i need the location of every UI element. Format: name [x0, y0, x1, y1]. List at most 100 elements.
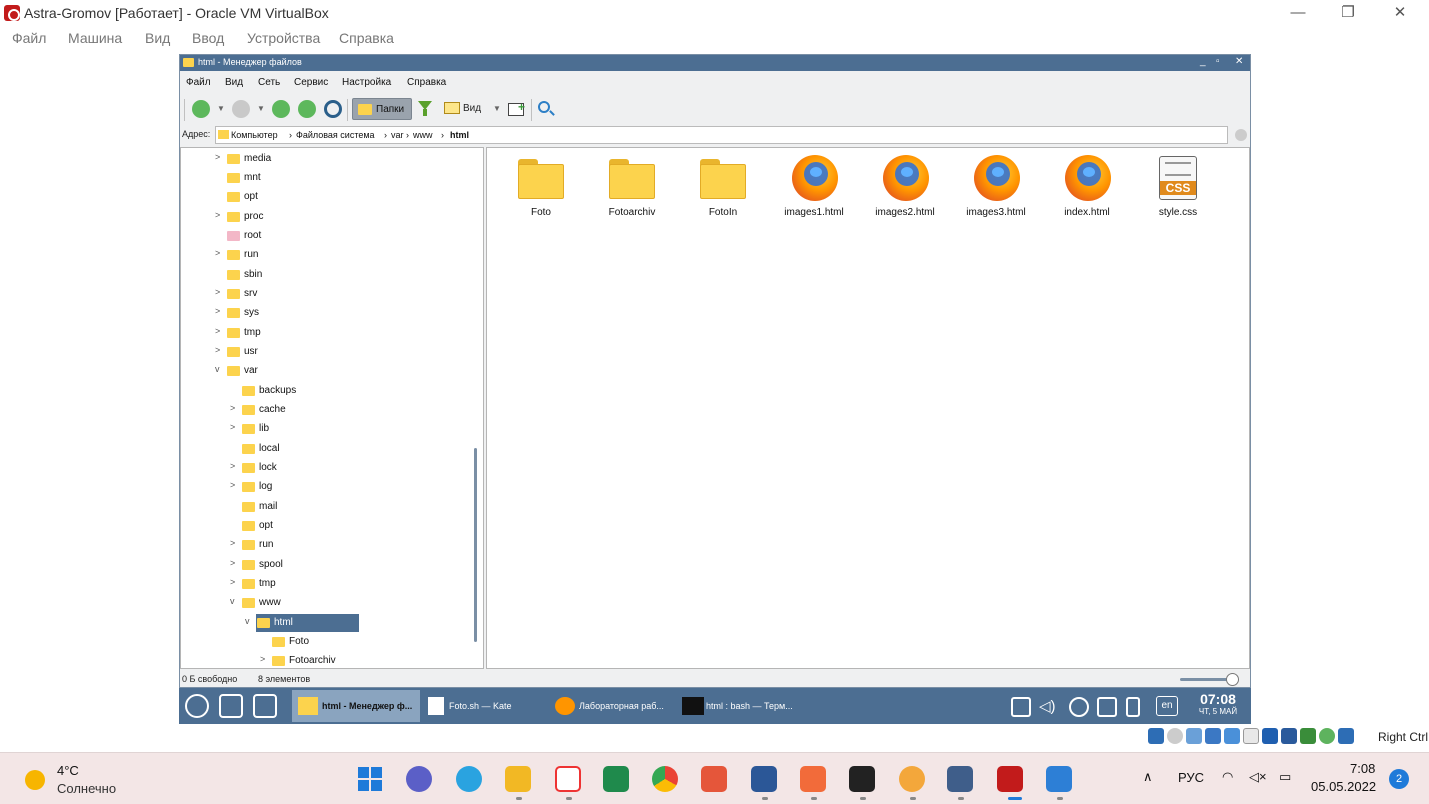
file-explorer-icon[interactable]: [505, 766, 531, 792]
tree-expander-icon[interactable]: >: [230, 577, 240, 587]
weather-sun-icon[interactable]: [25, 770, 45, 790]
forward-history-arrow-icon[interactable]: ▼: [257, 104, 265, 113]
excel-icon[interactable]: [603, 766, 629, 792]
task-kate[interactable]: Foto.sh — Kate: [422, 690, 546, 722]
folders-toggle-button[interactable]: Папки: [352, 98, 412, 120]
file-item-folder[interactable]: FotoIn: [683, 154, 763, 224]
tree-expander-icon[interactable]: >: [215, 210, 225, 220]
windows-switcher-icon[interactable]: [219, 694, 243, 718]
restore-button[interactable]: ❐: [1328, 2, 1368, 24]
task-browser[interactable]: Лабораторная раб...: [549, 690, 673, 722]
host-time[interactable]: 7:08: [1350, 761, 1375, 776]
vbox-menu-devices[interactable]: Устройства: [247, 30, 320, 46]
minimize-button[interactable]: —: [1278, 2, 1318, 24]
weather-temperature[interactable]: 4°C: [57, 763, 79, 778]
tree-expander-icon[interactable]: >: [230, 461, 240, 471]
word-icon[interactable]: [751, 766, 777, 792]
keyboard-capture-icon[interactable]: [1338, 728, 1354, 744]
battery-charging-icon[interactable]: ▭: [1279, 769, 1291, 785]
desktop-icon[interactable]: [253, 694, 277, 718]
fm-menu-file[interactable]: Файл: [186, 77, 211, 88]
file-item-html[interactable]: images2.html: [865, 154, 945, 224]
host-date[interactable]: 05.05.2022: [1311, 779, 1376, 794]
usb-icon[interactable]: [1224, 728, 1240, 744]
task-terminal[interactable]: html : bash — Терм...: [676, 690, 800, 722]
virtualbox-icon[interactable]: [947, 766, 973, 792]
game-icon[interactable]: [899, 766, 925, 792]
breadcrumb-html[interactable]: html: [450, 130, 469, 140]
volume-icon[interactable]: ◁): [1039, 697, 1059, 717]
chrome-icon[interactable]: [652, 766, 678, 792]
recording-icon[interactable]: [1281, 728, 1297, 744]
brightness-icon[interactable]: [1069, 697, 1089, 717]
shared-folders-icon[interactable]: [1243, 728, 1259, 744]
start-menu-icon[interactable]: [185, 694, 209, 718]
yandex-browser-icon[interactable]: [555, 766, 581, 792]
tree-expander-icon[interactable]: >: [230, 538, 240, 548]
tree-expander-icon[interactable]: >: [215, 248, 225, 258]
guest-clock[interactable]: 07:08 ЧТ, 5 МАЙ: [1189, 691, 1247, 716]
audio-icon[interactable]: [1186, 728, 1202, 744]
breadcrumb-computer[interactable]: Компьютер: [231, 130, 278, 140]
tree-expander-icon[interactable]: v: [230, 596, 240, 606]
tree-expander-icon[interactable]: >: [215, 306, 225, 316]
windows-start-icon[interactable]: [358, 767, 382, 791]
tree-expander-icon[interactable]: >: [215, 345, 225, 355]
zoom-slider-handle[interactable]: [1226, 673, 1239, 686]
wifi-icon[interactable]: ◠: [1222, 769, 1233, 785]
tray-expand-icon[interactable]: [1011, 697, 1031, 717]
task-file-manager[interactable]: html - Менеджер ф...: [292, 690, 420, 722]
file-item-folder[interactable]: Foto: [501, 154, 581, 224]
up-button[interactable]: [272, 100, 290, 118]
home-button[interactable]: [298, 100, 316, 118]
file-item-html[interactable]: images1.html: [774, 154, 854, 224]
network-icon[interactable]: [1097, 697, 1117, 717]
fm-minimize-button[interactable]: _: [1200, 56, 1206, 67]
tree-expander-icon[interactable]: v: [245, 616, 255, 626]
tree-expander-icon[interactable]: >: [230, 480, 240, 490]
speaker-muted-icon[interactable]: ◁×: [1249, 769, 1267, 785]
tree-expander-icon[interactable]: v: [215, 364, 225, 374]
folder-tree[interactable]: > media mnt opt > proc root > run sbin > srv…: [180, 147, 484, 669]
fm-menu-view[interactable]: Вид: [225, 77, 243, 88]
hard-disk-icon[interactable]: [1148, 728, 1164, 744]
weather-condition[interactable]: Солнечно: [57, 781, 116, 796]
fm-menu-help[interactable]: Справка: [407, 77, 446, 88]
battery-icon[interactable]: [1126, 697, 1140, 717]
telegram-icon[interactable]: [456, 766, 482, 792]
optical-drive-icon[interactable]: [1167, 728, 1183, 744]
network-adapter-icon[interactable]: [1205, 728, 1221, 744]
mouse-integration-icon[interactable]: [1319, 728, 1335, 744]
notification-badge[interactable]: 2: [1389, 769, 1409, 789]
split-view-icon[interactable]: [508, 100, 525, 116]
sticky-notes-icon[interactable]: [849, 766, 875, 792]
go-icon[interactable]: [1235, 129, 1247, 141]
fm-menu-service[interactable]: Сервис: [294, 77, 328, 88]
filter-icon[interactable]: [418, 101, 432, 116]
vm-running-icon[interactable]: [997, 766, 1023, 792]
fm-menu-network[interactable]: Сеть: [258, 77, 280, 88]
address-input[interactable]: Компьютер › Файловая система › var › www…: [215, 126, 1228, 144]
teams-icon[interactable]: [406, 766, 432, 792]
tree-expander-icon[interactable]: >: [230, 403, 240, 413]
breadcrumb-www[interactable]: www: [413, 130, 433, 140]
presentation-icon[interactable]: [800, 766, 826, 792]
input-language[interactable]: РУС: [1178, 770, 1204, 785]
vbox-menu-machine[interactable]: Машина: [68, 30, 122, 46]
search-icon[interactable]: [538, 101, 550, 113]
file-item-html[interactable]: images3.html: [956, 154, 1036, 224]
file-item-html[interactable]: index.html: [1047, 154, 1127, 224]
back-button[interactable]: [192, 100, 210, 118]
tree-expander-icon[interactable]: >: [230, 558, 240, 568]
back-history-arrow-icon[interactable]: ▼: [217, 104, 225, 113]
fm-close-button[interactable]: ✕: [1235, 56, 1243, 67]
breadcrumb-filesystem[interactable]: Файловая система: [296, 130, 375, 140]
tree-expander-icon[interactable]: >: [230, 422, 240, 432]
forward-button[interactable]: [232, 100, 250, 118]
notepad-icon[interactable]: [1046, 766, 1072, 792]
vbox-menu-help[interactable]: Справка: [339, 30, 394, 46]
tray-overflow-icon[interactable]: ∧: [1143, 769, 1153, 785]
file-item-css[interactable]: CSS style.css: [1138, 154, 1218, 224]
vbox-menu-view[interactable]: Вид: [145, 30, 170, 46]
reload-icon[interactable]: [324, 100, 342, 118]
